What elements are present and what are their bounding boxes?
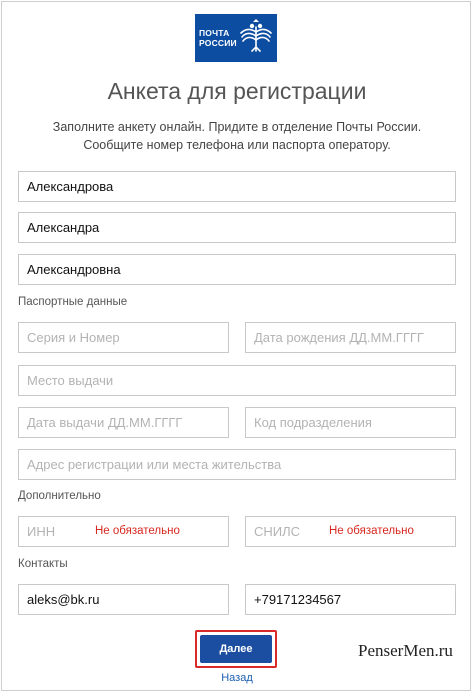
contacts-section-label: Контакты <box>18 558 68 570</box>
passport-series-number-input[interactable]: Серия и Номер <box>18 322 229 353</box>
russian-post-logo: ПОЧТА РОССИИ <box>195 14 277 62</box>
issue-place-input[interactable]: Место выдачи <box>18 365 456 396</box>
logo-line-2: РОССИИ <box>199 38 237 48</box>
intro-line-1: Заполните анкету онлайн. Придите в отдел… <box>52 120 422 134</box>
inn-placeholder: ИНН <box>27 524 56 539</box>
address-input[interactable]: Адрес регистрации или места жительства <box>18 449 456 480</box>
issue-date-input[interactable]: Дата выдачи ДД.ММ.ГГГГ <box>18 407 229 438</box>
birth-date-input[interactable]: Дата рождения ДД.ММ.ГГГГ <box>245 322 456 353</box>
phone-input[interactable]: +79171234567 <box>245 584 456 615</box>
back-link[interactable]: Назад <box>0 672 474 684</box>
next-button-highlight: Далее <box>195 630 277 668</box>
snils-placeholder: СНИЛС <box>254 524 301 539</box>
division-code-input[interactable]: Код подразделения <box>245 407 456 438</box>
watermark-text: PenserMen.ru <box>358 641 453 660</box>
intro-text: Заполните анкету онлайн. Придите в отдел… <box>0 118 474 154</box>
next-button[interactable]: Далее <box>200 635 272 663</box>
passport-section-label: Паспортные данные <box>18 296 128 308</box>
last-name-input[interactable]: Александрова <box>18 171 456 202</box>
inn-input[interactable]: ИНН Не обязательно <box>18 516 229 547</box>
logo-text: ПОЧТА РОССИИ <box>195 28 239 48</box>
inn-optional-note: Не обязательно <box>95 525 180 537</box>
email-input[interactable]: aleks@bk.ru <box>18 584 229 615</box>
page-title: Анкета для регистрации <box>107 78 367 104</box>
snils-optional-note: Не обязательно <box>329 525 414 537</box>
eagle-emblem-icon <box>240 19 272 52</box>
logo-line-1: ПОЧТА <box>199 28 230 38</box>
patronymic-input[interactable]: Александровна <box>18 254 456 285</box>
snils-input[interactable]: СНИЛС Не обязательно <box>245 516 456 547</box>
additional-section-label: Дополнительно <box>18 490 101 502</box>
intro-line-2: Сообщите номер телефона или паспорта опе… <box>83 138 391 152</box>
first-name-input[interactable]: Александра <box>18 212 456 243</box>
